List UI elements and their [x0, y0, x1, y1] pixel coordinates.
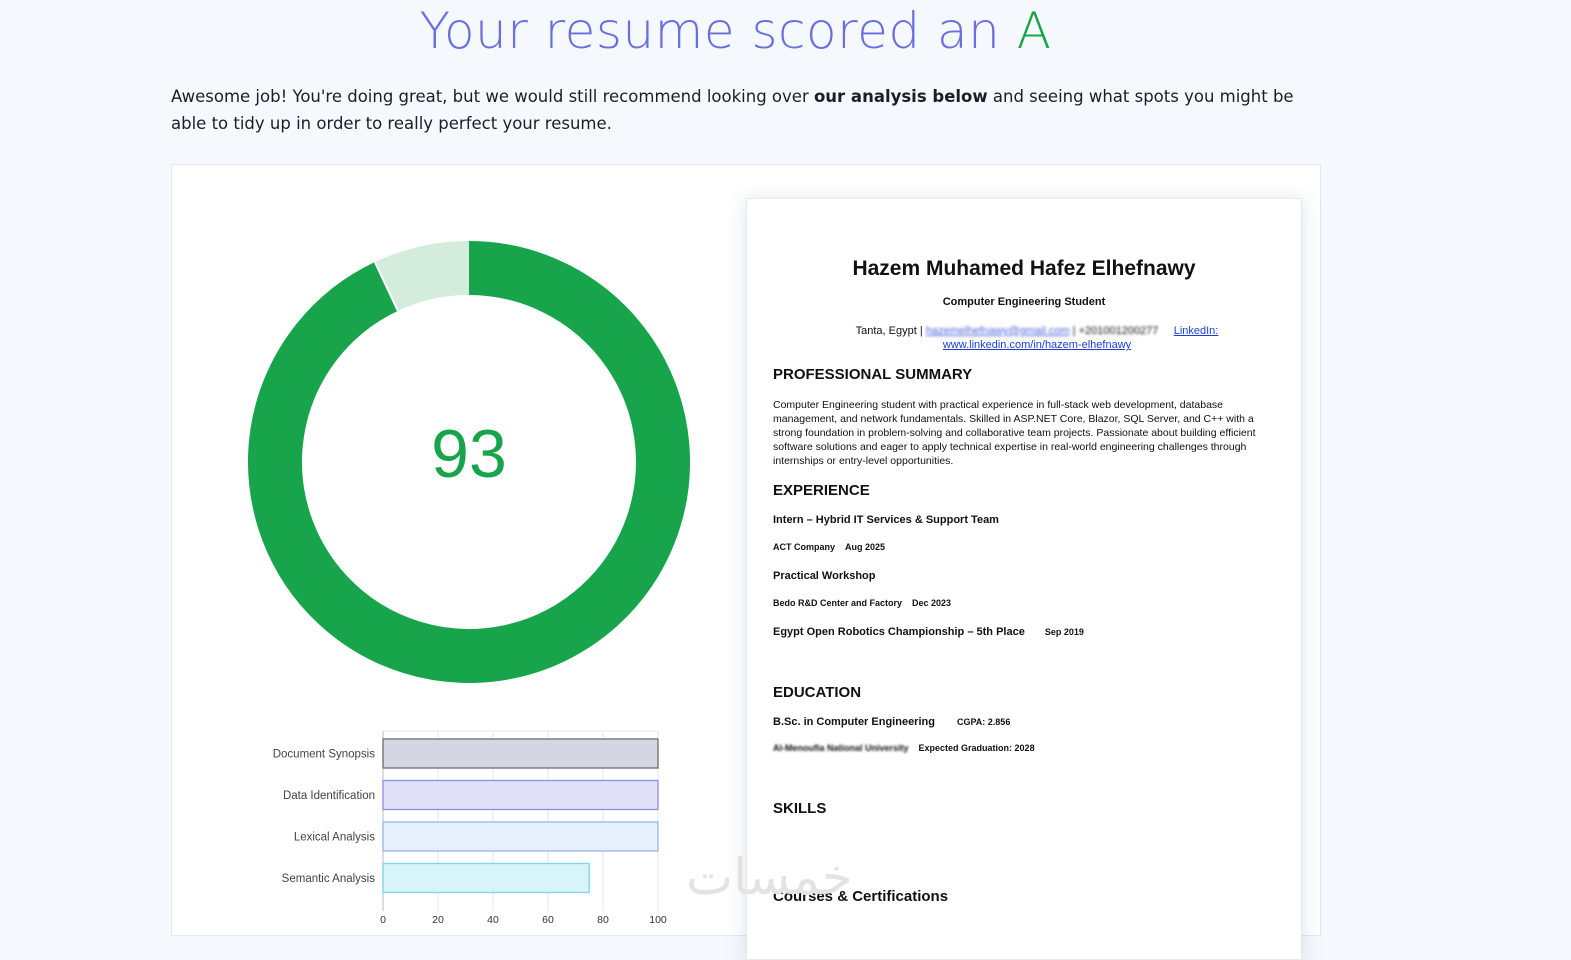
- headline-text: Your resume scored an: [419, 2, 1017, 60]
- x-tick-label: 0: [380, 914, 386, 925]
- grade-letter: A: [1016, 2, 1052, 60]
- x-tick-label: 100: [649, 914, 667, 925]
- exp3-name: Egypt Open Robotics Championship – 5th P…: [773, 626, 1025, 638]
- exp3-title: Egypt Open Robotics Championship – 5th P…: [773, 626, 1084, 638]
- bar-category-label: Data Identification: [283, 790, 375, 802]
- exp2-title: Practical Workshop: [773, 570, 876, 582]
- x-tick-label: 80: [597, 914, 609, 925]
- exp2-meta: Bedo R&D Center and Factory Dec 2023: [773, 598, 951, 608]
- resume-linkedin-label[interactable]: LinkedIn:: [1174, 325, 1219, 337]
- edu-gpa: CGPA: 2.856: [956, 717, 1011, 727]
- watermark-logo: خمسات: [686, 848, 853, 906]
- bar-category-label: Semantic Analysis: [282, 873, 376, 885]
- resume-location: Tanta, Egypt |: [855, 325, 926, 337]
- edu-meta: Al-Menoufia National University Expected …: [773, 743, 1035, 753]
- intro-bold-text: our analysis below: [813, 87, 988, 106]
- resume-phone: | +201001200277: [1069, 325, 1159, 337]
- summary-heading: PROFESSIONAL SUMMARY: [773, 366, 973, 383]
- bar-1: [382, 779, 659, 811]
- resume-name: Hazem Muhamed Hafez Elhefnawy: [852, 257, 1196, 280]
- exp2-date: Dec 2023: [912, 598, 952, 608]
- exp1-title: Intern – Hybrid IT Services & Support Te…: [773, 514, 999, 526]
- resume-preview: Hazem Muhamed Hafez Elhefnawy Computer E…: [746, 198, 1302, 960]
- edu-graduation: Expected Graduation: 2028: [918, 743, 1035, 753]
- x-tick-label: 60: [542, 914, 554, 925]
- resume-title: Computer Engineering Student: [942, 296, 1106, 308]
- resume-contact: Tanta, Egypt | hazemelhefnawy@gmail.com …: [837, 324, 1237, 352]
- analysis-panel: 93 0 20 40 60 80 100 Document Synopsis Data Ide…: [171, 164, 1321, 960]
- bar-category-label: Document Synopsis: [273, 749, 376, 761]
- exp1-company: ACT Company: [773, 542, 836, 552]
- resume-email[interactable]: hazemelhefnawy@gmail.com: [926, 325, 1070, 337]
- exp2-company: Bedo R&D Center and Factory: [773, 598, 903, 608]
- edu-university: Al-Menoufia National University: [773, 743, 909, 753]
- x-tick-label: 40: [487, 914, 499, 925]
- intro-paragraph: Awesome job! You're doing great, but we …: [171, 83, 1331, 137]
- page-headline: Your resume scored an A: [0, 2, 1571, 60]
- score-value: 93: [431, 416, 507, 492]
- analysis-bar-chart: 0 20 40 60 80 100 Document Synopsis Data Identi…: [273, 730, 667, 925]
- exp1-date: Aug 2025: [845, 542, 886, 552]
- skills-heading: SKILLS: [773, 800, 827, 817]
- edu-degree: B.Sc. in Computer Engineering CGPA: 2.856: [773, 716, 1010, 728]
- bar-0: [382, 738, 659, 769]
- experience-heading: EXPERIENCE: [773, 482, 870, 499]
- x-tick-label: 20: [432, 914, 444, 925]
- bar-category-label: Lexical Analysis: [294, 832, 375, 844]
- resume-linkedin-url[interactable]: www.linkedin.com/in/hazem-elhefnawy: [943, 339, 1131, 351]
- intro-text-1: Awesome job! You're doing great, but we …: [171, 87, 814, 106]
- education-heading: EDUCATION: [773, 684, 862, 701]
- bar-3: [382, 862, 590, 894]
- exp1-meta: ACT Company Aug 2025: [773, 542, 885, 552]
- edu-degree-text: B.Sc. in Computer Engineering: [773, 716, 935, 728]
- bar-2: [382, 821, 659, 852]
- exp3-date: Sep 2019: [1044, 627, 1084, 637]
- summary-text: Computer Engineering student with practi…: [773, 399, 1256, 467]
